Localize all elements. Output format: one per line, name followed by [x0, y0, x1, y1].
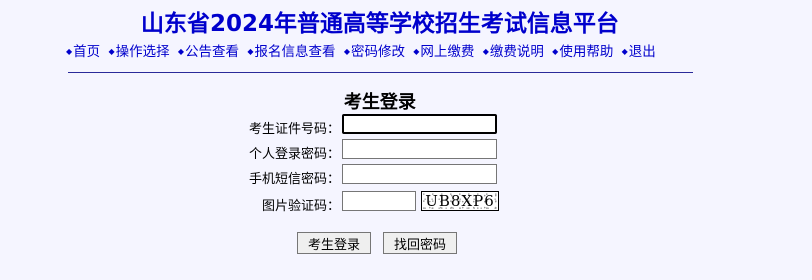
nav-item-payment-instructions[interactable]: ◆缴费说明 — [483, 40, 544, 60]
top-nav: ◆首页 ◆操作选择 ◆公告查看 ◆报名信息查看 ◆密码修改 ◆网上缴费 ◆缴费说… — [66, 40, 746, 60]
nav-item-registration-info[interactable]: ◆报名信息查看 — [247, 40, 335, 60]
site-title: 山东省2024年普通高等学校招生考试信息平台 — [140, 11, 619, 37]
nav-item-help[interactable]: ◆使用帮助 — [552, 40, 613, 60]
id-number-row: 考生证件号码： — [0, 114, 812, 138]
diamond-bullet-icon: ◆ — [413, 46, 420, 56]
nav-item-operation-select[interactable]: ◆操作选择 — [108, 40, 169, 60]
nav-item-label: 退出 — [628, 44, 656, 60]
page: 山东省2024年普通高等学校招生考试信息平台 ◆首页 ◆操作选择 ◆公告查看 ◆… — [0, 0, 812, 280]
login-title: 考生登录 — [344, 92, 416, 113]
diamond-bullet-icon: ◆ — [247, 46, 254, 56]
captcha-image[interactable]: UB8XP6 — [421, 191, 499, 211]
diamond-bullet-icon: ◆ — [177, 46, 185, 56]
login-button[interactable]: 考生登录 — [297, 232, 372, 254]
nav-item-home[interactable]: ◆首页 — [66, 40, 100, 60]
password-row: 个人登录密码： — [0, 139, 812, 163]
nav-item-online-payment[interactable]: ◆网上缴费 — [413, 40, 474, 60]
nav-item-label: 公告查看 — [185, 44, 240, 60]
captcha-row: 图片验证码： UB8XP6 — [0, 191, 812, 215]
nav-item-label: 网上缴费 — [420, 44, 475, 60]
nav-item-label: 报名信息查看 — [254, 44, 336, 60]
nav-item-label: 密码修改 — [350, 44, 405, 60]
id-number-input[interactable] — [342, 114, 497, 134]
captcha-input[interactable] — [342, 191, 416, 211]
captcha-label: 图片验证码： — [261, 199, 340, 214]
nav-item-logout[interactable]: ◆退出 — [622, 40, 656, 60]
sms-code-label: 手机短信密码： — [248, 172, 340, 187]
nav-item-label: 缴费说明 — [489, 44, 544, 60]
recover-password-button[interactable]: 找回密码 — [383, 232, 458, 254]
id-number-label: 考生证件号码： — [248, 122, 340, 137]
password-input[interactable] — [342, 139, 497, 159]
diamond-bullet-icon: ◆ — [343, 46, 350, 56]
diamond-bullet-icon: ◆ — [66, 46, 73, 56]
nav-item-announcements[interactable]: ◆公告查看 — [178, 40, 239, 60]
diamond-bullet-icon: ◆ — [108, 46, 115, 56]
diamond-bullet-icon: ◆ — [621, 46, 628, 56]
nav-item-label: 首页 — [73, 44, 101, 60]
diamond-bullet-icon: ◆ — [482, 46, 489, 56]
header-divider — [68, 72, 693, 73]
nav-item-label: 操作选择 — [115, 44, 170, 60]
password-label: 个人登录密码： — [248, 147, 340, 162]
sms-code-row: 手机短信密码： — [0, 164, 812, 188]
diamond-bullet-icon: ◆ — [552, 46, 559, 56]
nav-item-change-password[interactable]: ◆密码修改 — [344, 40, 405, 60]
sms-code-input[interactable] — [342, 164, 497, 184]
nav-item-label: 使用帮助 — [559, 44, 614, 60]
